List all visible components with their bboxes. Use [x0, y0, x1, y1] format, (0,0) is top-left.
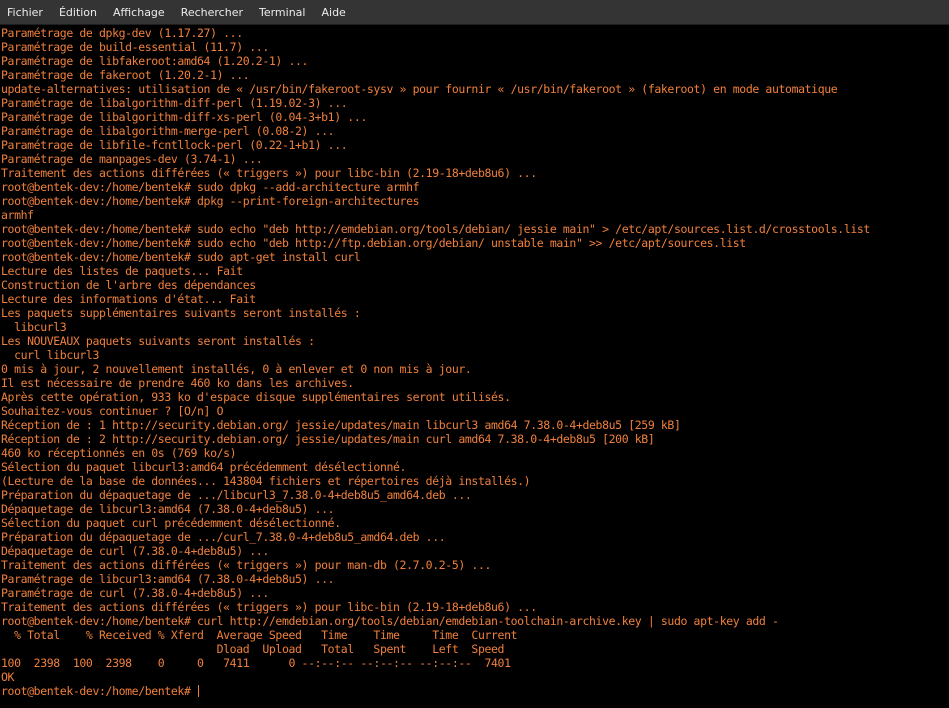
- terminal-line: % Total % Received % Xferd Average Speed…: [1, 628, 518, 642]
- terminal-line: root@bentek-dev:/home/bentek# sudo apt-g…: [1, 250, 361, 264]
- terminal-line: Paramétrage de fakeroot (1.20.2-1) ...: [1, 68, 250, 82]
- terminal-line: Lecture des informations d'état... Fait: [1, 292, 256, 306]
- terminal-line: root@bentek-dev:/home/bentek# sudo dpkg …: [1, 180, 420, 194]
- terminal-line: Paramétrage de libalgorithm-diff-perl (1…: [1, 96, 348, 110]
- menu-edition[interactable]: Édition: [51, 0, 105, 25]
- terminal-window: Fichier Édition Affichage Rechercher Ter…: [0, 0, 949, 708]
- terminal-line: Traitement des actions différées (« trig…: [1, 166, 537, 180]
- terminal-line: root@bentek-dev:/home/bentek# dpkg --pri…: [1, 194, 420, 208]
- terminal-line: (Lecture de la base de données... 143804…: [1, 474, 531, 488]
- terminal-line: Les paquets supplémentaires suivants ser…: [1, 306, 361, 320]
- terminal-line: curl libcurl3: [1, 348, 100, 362]
- terminal-line: Dépaquetage de curl (7.38.0-4+deb8u5) ..…: [1, 544, 269, 558]
- terminal-line: 460 ko réceptionnés en 0s (769 ko/s): [1, 446, 237, 460]
- menu-fichier[interactable]: Fichier: [0, 0, 51, 25]
- terminal-line: Les NOUVEAUX paquets suivants seront ins…: [1, 334, 315, 348]
- terminal-line: Dépaquetage de libcurl3:amd64 (7.38.0-4+…: [1, 502, 335, 516]
- terminal-line: Paramétrage de libalgorithm-merge-perl (…: [1, 124, 335, 138]
- terminal-line: armhf: [1, 208, 34, 222]
- terminal-line: Dload Upload Total Spent Left Speed: [1, 642, 505, 656]
- terminal-line: Paramétrage de libcurl3:amd64 (7.38.0-4+…: [1, 572, 335, 586]
- terminal-line: Paramétrage de manpages-dev (3.74-1) ...: [1, 152, 263, 166]
- terminal-line: Paramétrage de build-essential (11.7) ..…: [1, 40, 269, 54]
- terminal-line: Préparation du dépaquetage de .../curl_7…: [1, 530, 446, 544]
- menu-bar: Fichier Édition Affichage Rechercher Ter…: [0, 0, 949, 25]
- terminal-line: Traitement des actions différées (« trig…: [1, 558, 492, 572]
- menu-rechercher[interactable]: Rechercher: [173, 0, 251, 25]
- terminal-line: Paramétrage de curl (7.38.0-4+deb8u5) ..…: [1, 586, 269, 600]
- menu-affichage[interactable]: Affichage: [105, 0, 173, 25]
- terminal-line: Traitement des actions différées (« trig…: [1, 600, 537, 614]
- terminal-output-area[interactable]: Paramétrage de dpkg-dev (1.17.27) ... Par…: [0, 25, 949, 708]
- terminal-line: update-alternatives: utilisation de « /u…: [1, 82, 838, 96]
- terminal-prompt-line[interactable]: root@bentek-dev:/home/bentek#: [1, 684, 949, 698]
- terminal-line: 0 mis à jour, 2 nouvellement installés, …: [1, 362, 472, 376]
- terminal-line: Réception de : 2 http://security.debian.…: [1, 432, 655, 446]
- terminal-line: Souhaitez-vous continuer ? [O/n] O: [1, 404, 224, 418]
- terminal-line: Réception de : 1 http://security.debian.…: [1, 418, 681, 432]
- terminal-line: libcurl3: [1, 320, 67, 334]
- terminal-lines: Paramétrage de dpkg-dev (1.17.27) ... Par…: [0, 25, 949, 698]
- terminal-line: Il est nécessaire de prendre 460 ko dans…: [1, 376, 354, 390]
- terminal-line: root@bentek-dev:/home/bentek# curl http:…: [1, 614, 779, 628]
- terminal-line: Paramétrage de dpkg-dev (1.17.27) ...: [1, 26, 243, 40]
- terminal-line: Préparation du dépaquetage de .../libcur…: [1, 488, 472, 502]
- terminal-line: root@bentek-dev:/home/bentek# sudo echo …: [1, 236, 746, 250]
- terminal-line: Construction de l'arbre des dépendances: [1, 278, 256, 292]
- terminal-line: 100 2398 100 2398 0 0 7411 0 --:--:-- --…: [1, 656, 511, 670]
- menu-terminal[interactable]: Terminal: [251, 0, 314, 25]
- terminal-line: Sélection du paquet curl précédemment dé…: [1, 516, 341, 530]
- terminal-line: Lecture des listes de paquets... Fait: [1, 264, 243, 278]
- terminal-prompt: root@bentek-dev:/home/bentek#: [1, 684, 198, 698]
- terminal-line: Paramétrage de libfakeroot:amd64 (1.20.2…: [1, 54, 309, 68]
- terminal-line: Sélection du paquet libcurl3:amd64 précé…: [1, 460, 407, 474]
- terminal-line: root@bentek-dev:/home/bentek# sudo echo …: [1, 222, 870, 236]
- menu-aide[interactable]: Aide: [313, 0, 353, 25]
- terminal-line: Après cette opération, 933 ko d'espace d…: [1, 390, 511, 404]
- terminal-line: Paramétrage de libalgorithm-diff-xs-perl…: [1, 110, 367, 124]
- text-cursor: [198, 685, 200, 697]
- terminal-line: OK: [1, 670, 15, 684]
- terminal-line: Paramétrage de libfile-fcntllock-perl (0…: [1, 138, 348, 152]
